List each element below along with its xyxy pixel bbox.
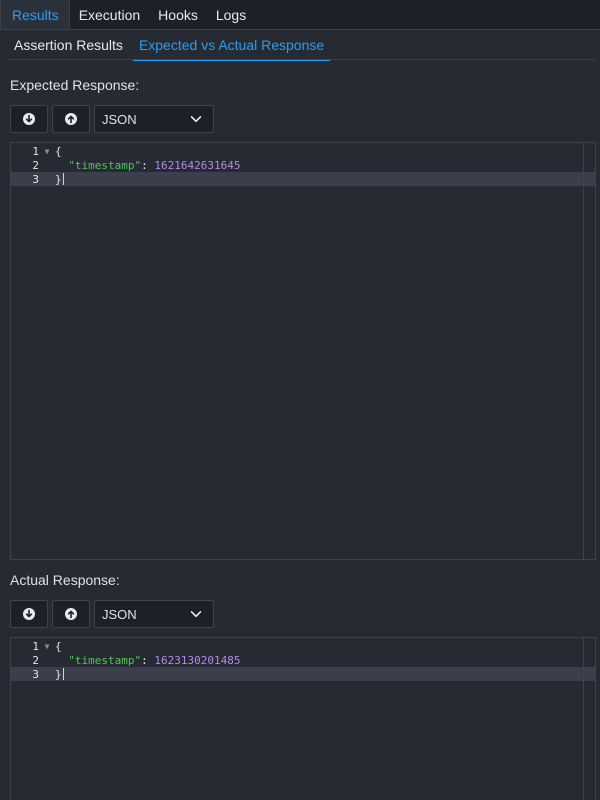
tab-expected-vs-actual[interactable]: Expected vs Actual Response (132, 30, 331, 61)
arrow-up-circle-icon (65, 608, 77, 620)
actual-format-value: JSON (102, 606, 137, 622)
line-number: 2 (32, 158, 39, 172)
tab-hooks[interactable]: Hooks (149, 0, 207, 29)
fold-triangle-icon[interactable]: ▼ (39, 147, 55, 156)
expected-response-editor[interactable]: 1 ▼ { 2 "timestamp": 1621642631645 3 } (10, 142, 596, 560)
json-key: "timestamp" (68, 653, 142, 667)
expected-toolbar: JSON (10, 105, 214, 133)
json-separator: : (141, 158, 155, 172)
actual-response-label: Actual Response: (10, 572, 120, 588)
actual-editor-scrollbar[interactable] (583, 638, 584, 800)
expected-upload-button[interactable] (52, 105, 90, 133)
arrow-up-circle-icon (65, 113, 77, 125)
line-number: 3 (32, 172, 39, 186)
line-number: 1 (32, 639, 39, 653)
actual-download-button[interactable] (10, 600, 48, 628)
sub-tab-divider (8, 59, 596, 60)
tab-results[interactable]: Results (0, 0, 70, 29)
sub-tab-bar: Assertion Results Expected vs Actual Res… (0, 30, 600, 61)
json-open-brace: { (55, 639, 62, 653)
actual-upload-button[interactable] (52, 600, 90, 628)
json-close-brace: } (55, 172, 62, 186)
top-tab-bar: Results Execution Hooks Logs (0, 0, 600, 30)
expected-format-select[interactable]: JSON (94, 105, 214, 133)
json-key: "timestamp" (68, 158, 142, 172)
text-cursor (62, 173, 64, 185)
expected-code-line-1: 1 ▼ { (11, 144, 595, 158)
json-number-value: 1621642631645 (154, 158, 241, 172)
json-separator: : (141, 653, 155, 667)
line-number: 1 (32, 144, 39, 158)
line-number: 3 (32, 667, 39, 681)
fold-triangle-icon[interactable]: ▼ (39, 642, 55, 651)
expected-response-label: Expected Response: (10, 77, 140, 93)
actual-toolbar: JSON (10, 600, 214, 628)
tab-logs[interactable]: Logs (207, 0, 255, 29)
actual-response-editor[interactable]: 1 ▼ { 2 "timestamp": 1623130201485 3 } (10, 637, 596, 800)
line-number: 2 (32, 653, 39, 667)
json-close-brace: } (55, 667, 62, 681)
text-cursor (62, 668, 64, 680)
chevron-down-icon (190, 116, 202, 123)
expected-code-line-3: 3 } (11, 172, 595, 186)
actual-code-line-2: 2 "timestamp": 1623130201485 (11, 653, 595, 667)
arrow-down-circle-icon (23, 608, 35, 620)
actual-code-line-3: 3 } (11, 667, 595, 681)
json-open-brace: { (55, 144, 62, 158)
actual-code-line-1: 1 ▼ { (11, 639, 595, 653)
expected-format-value: JSON (102, 111, 137, 127)
arrow-down-circle-icon (23, 113, 35, 125)
tab-execution[interactable]: Execution (70, 0, 149, 29)
expected-code-line-2: 2 "timestamp": 1621642631645 (11, 158, 595, 172)
json-number-value: 1623130201485 (154, 653, 241, 667)
expected-editor-scrollbar[interactable] (583, 143, 584, 559)
tab-assertion-results[interactable]: Assertion Results (8, 30, 129, 60)
chevron-down-icon (190, 611, 202, 618)
app-window: Results Execution Hooks Logs Assertion R… (0, 0, 600, 800)
expected-download-button[interactable] (10, 105, 48, 133)
actual-format-select[interactable]: JSON (94, 600, 214, 628)
